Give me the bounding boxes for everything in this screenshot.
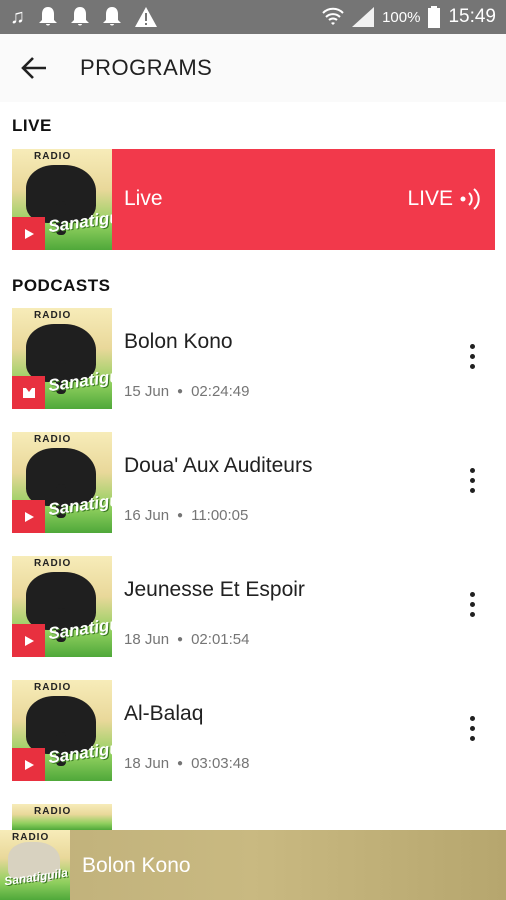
podcast-thumbnail: RADIO Sanatiguila [12, 308, 112, 409]
page-title: PROGRAMS [80, 55, 213, 80]
battery-percent: 100% [382, 8, 421, 26]
podcast-thumbnail: RADIO Sanatiguila [12, 556, 112, 657]
warning-icon [135, 7, 157, 27]
podcast-item[interactable]: RADIO Sanatiguila Doua' Aux Auditeurs 16… [0, 432, 506, 556]
podcast-item[interactable]: RADIO Sanatiguila Al-Balaq 18 Jun ● 03:03:… [0, 680, 506, 804]
live-section-label: LIVE [12, 116, 52, 135]
podcast-title: Doua' Aux Auditeurs [124, 454, 313, 477]
notification-bell-icon [103, 7, 121, 27]
podcast-meta: 15 Jun ● 02:24:49 [124, 383, 250, 400]
notification-bell-icon [71, 7, 89, 27]
play-button[interactable] [12, 748, 45, 781]
more-options-button[interactable] [460, 458, 484, 502]
podcast-title: Jeunesse Et Espoir [124, 578, 305, 601]
back-button[interactable] [12, 46, 56, 90]
mini-player-title: Bolon Kono [82, 854, 191, 877]
podcast-thumbnail: RADIO [12, 804, 112, 830]
live-broadcast-icon [460, 188, 480, 210]
podcast-item[interactable]: RADIO Sanatiguila Jeunesse Et Espoir 18 … [0, 556, 506, 680]
play-button[interactable] [12, 624, 45, 657]
live-thumbnail: RADIO Sanatiguila [12, 149, 112, 250]
mini-player-thumbnail: RADIO Sanatiguila [0, 830, 70, 900]
more-options-button[interactable] [460, 334, 484, 378]
status-bar: ♫ 100% 15:49 [0, 0, 506, 34]
live-title: Live [124, 187, 163, 210]
pause-icon [22, 387, 35, 398]
pause-button[interactable] [12, 376, 45, 409]
more-options-button[interactable] [460, 706, 484, 750]
play-icon [24, 228, 34, 239]
app-bar: PROGRAMS [0, 34, 506, 102]
clock: 15:49 [448, 6, 496, 27]
podcast-item[interactable]: RADIO Sanatiguila Bolon Kono 15 Jun ● 02:2… [0, 308, 506, 432]
podcast-meta: 18 Jun ● 02:01:54 [124, 631, 250, 648]
podcast-thumbnail: RADIO Sanatiguila [12, 432, 112, 533]
battery-icon [428, 6, 441, 28]
podcast-meta: 18 Jun ● 03:03:48 [124, 755, 250, 772]
play-icon [24, 759, 34, 770]
podcast-title: Al-Balaq [124, 702, 204, 725]
more-options-button[interactable] [460, 582, 484, 626]
play-button[interactable] [12, 500, 45, 533]
podcast-item-partial[interactable]: RADIO [0, 804, 506, 830]
live-card[interactable]: RADIO Sanatiguila Live LIVE [12, 149, 495, 250]
play-icon [24, 511, 34, 522]
signal-icon [352, 7, 375, 27]
play-icon [24, 635, 34, 646]
arrow-left-icon [21, 57, 46, 79]
podcast-thumbnail: RADIO Sanatiguila [12, 680, 112, 781]
notification-bell-icon [39, 7, 57, 27]
podcast-title: Bolon Kono [124, 330, 233, 353]
podcasts-section-label: PODCASTS [12, 276, 111, 295]
music-note-icon: ♫ [10, 5, 25, 28]
wifi-icon [322, 7, 344, 27]
mini-player[interactable]: RADIO Sanatiguila Bolon Kono [0, 830, 506, 900]
play-button[interactable] [12, 217, 45, 250]
live-badge: LIVE [407, 187, 483, 211]
podcast-meta: 16 Jun ● 11:00:05 [124, 507, 249, 524]
